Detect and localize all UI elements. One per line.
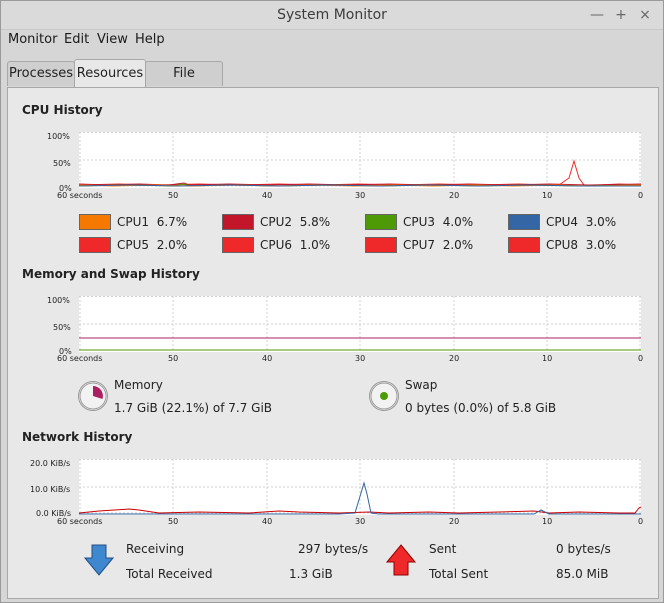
- swap-label: Swap: [405, 378, 438, 392]
- tab-resources[interactable]: Resources: [74, 59, 146, 88]
- memory-x-label-20: 20: [449, 354, 460, 363]
- menu-bar: Monitor Edit View Help: [1, 30, 663, 52]
- cpu-history-graph: [79, 132, 641, 188]
- receiving-value: 297 bytes/s: [298, 542, 369, 556]
- network-y-label-20: 20.0 KiB/s: [30, 459, 71, 468]
- cpu8-legend-label: CPU8 3.0%: [546, 238, 617, 252]
- cpu1-color-swatch[interactable]: [79, 214, 111, 230]
- network-x-label-60: 60 seconds: [57, 517, 103, 526]
- network-x-label-0: 0: [638, 517, 644, 526]
- menu-edit[interactable]: Edit: [64, 32, 89, 47]
- sent-value: 0 bytes/s: [556, 542, 611, 556]
- cpu-x-label-0: 0: [638, 191, 644, 200]
- cpu-y-label-100: 100%: [47, 132, 70, 141]
- cpu-x-label-60: 60 seconds: [57, 191, 103, 200]
- cpu5-color-swatch[interactable]: [79, 237, 111, 253]
- receiving-arrow-icon[interactable]: [84, 544, 114, 576]
- maximize-icon[interactable]: +: [612, 6, 630, 24]
- title-bar[interactable]: System Monitor — + ×: [1, 1, 663, 30]
- cpu5-legend-label: CPU5 2.0%: [117, 238, 188, 252]
- memory-x-label-40: 40: [262, 354, 273, 363]
- memory-x-label-60: 60 seconds: [57, 354, 103, 363]
- receiving-label: Receiving: [126, 542, 185, 556]
- cpu2-legend-label: CPU2 5.8%: [260, 215, 331, 229]
- network-history-graph: [79, 459, 641, 515]
- cpu3-legend-label: CPU3 4.0%: [403, 215, 474, 229]
- cpu-history-title: CPU History: [22, 103, 103, 117]
- memory-swap-history-graph: [79, 296, 641, 352]
- sent-arrow-icon[interactable]: [386, 544, 416, 576]
- total-sent-value: 85.0 MiB: [556, 567, 609, 581]
- network-history-title: Network History: [22, 430, 133, 444]
- memory-usage-pie-icon[interactable]: [78, 381, 108, 411]
- close-icon[interactable]: ×: [636, 6, 654, 24]
- tab-file-systems[interactable]: File Systems: [145, 61, 223, 105]
- memory-x-label-30: 30: [355, 354, 366, 363]
- memory-y-label-50: 50%: [53, 323, 71, 332]
- memory-label: Memory: [114, 378, 163, 392]
- minimize-icon[interactable]: —: [588, 6, 606, 24]
- cpu1-legend-label: CPU1 6.7%: [117, 215, 188, 229]
- network-y-label-10: 10.0 KiB/s: [30, 485, 71, 494]
- memory-y-label-100: 100%: [47, 296, 70, 305]
- swap-value: 0 bytes (0.0%) of 5.8 GiB: [405, 401, 557, 415]
- swap-usage-pie-icon[interactable]: [369, 381, 399, 411]
- network-x-label-20: 20: [449, 517, 460, 526]
- tab-processes[interactable]: Processes: [7, 61, 75, 86]
- memory-x-label-50: 50: [168, 354, 179, 363]
- cpu6-color-swatch[interactable]: [222, 237, 254, 253]
- menu-monitor[interactable]: Monitor: [8, 32, 57, 47]
- memory-swap-history-title: Memory and Swap History: [22, 267, 200, 281]
- cpu7-legend-label: CPU7 2.0%: [403, 238, 474, 252]
- window-title: System Monitor: [277, 7, 387, 23]
- network-x-label-30: 30: [355, 517, 366, 526]
- resources-panel: CPU History 100% 50% 0% 60 seconds 50 40…: [7, 87, 659, 599]
- system-monitor-window: System Monitor — + × Monitor Edit View H…: [0, 0, 664, 603]
- cpu-x-label-30: 30: [355, 191, 366, 200]
- cpu-x-label-40: 40: [262, 191, 273, 200]
- cpu-x-label-10: 10: [542, 191, 553, 200]
- cpu-x-label-50: 50: [168, 191, 179, 200]
- cpu4-color-swatch[interactable]: [508, 214, 540, 230]
- cpu8-color-swatch[interactable]: [508, 237, 540, 253]
- total-received-value: 1.3 GiB: [289, 567, 333, 581]
- cpu7-color-swatch[interactable]: [365, 237, 397, 253]
- network-x-label-40: 40: [262, 517, 273, 526]
- menu-view[interactable]: View: [97, 32, 128, 47]
- sent-label: Sent: [429, 542, 457, 556]
- memory-value: 1.7 GiB (22.1%) of 7.7 GiB: [114, 401, 273, 415]
- cpu-x-label-20: 20: [449, 191, 460, 200]
- cpu3-color-swatch[interactable]: [365, 214, 397, 230]
- menu-help[interactable]: Help: [135, 32, 165, 47]
- cpu4-legend-label: CPU4 3.0%: [546, 215, 617, 229]
- memory-x-label-0: 0: [638, 354, 644, 363]
- total-received-label: Total Received: [126, 567, 213, 581]
- cpu2-color-swatch[interactable]: [222, 214, 254, 230]
- total-sent-label: Total Sent: [429, 567, 489, 581]
- memory-x-label-10: 10: [542, 354, 553, 363]
- network-x-label-10: 10: [542, 517, 553, 526]
- network-x-label-50: 50: [168, 517, 179, 526]
- cpu-y-label-50: 50%: [53, 159, 71, 168]
- cpu6-legend-label: CPU6 1.0%: [260, 238, 331, 252]
